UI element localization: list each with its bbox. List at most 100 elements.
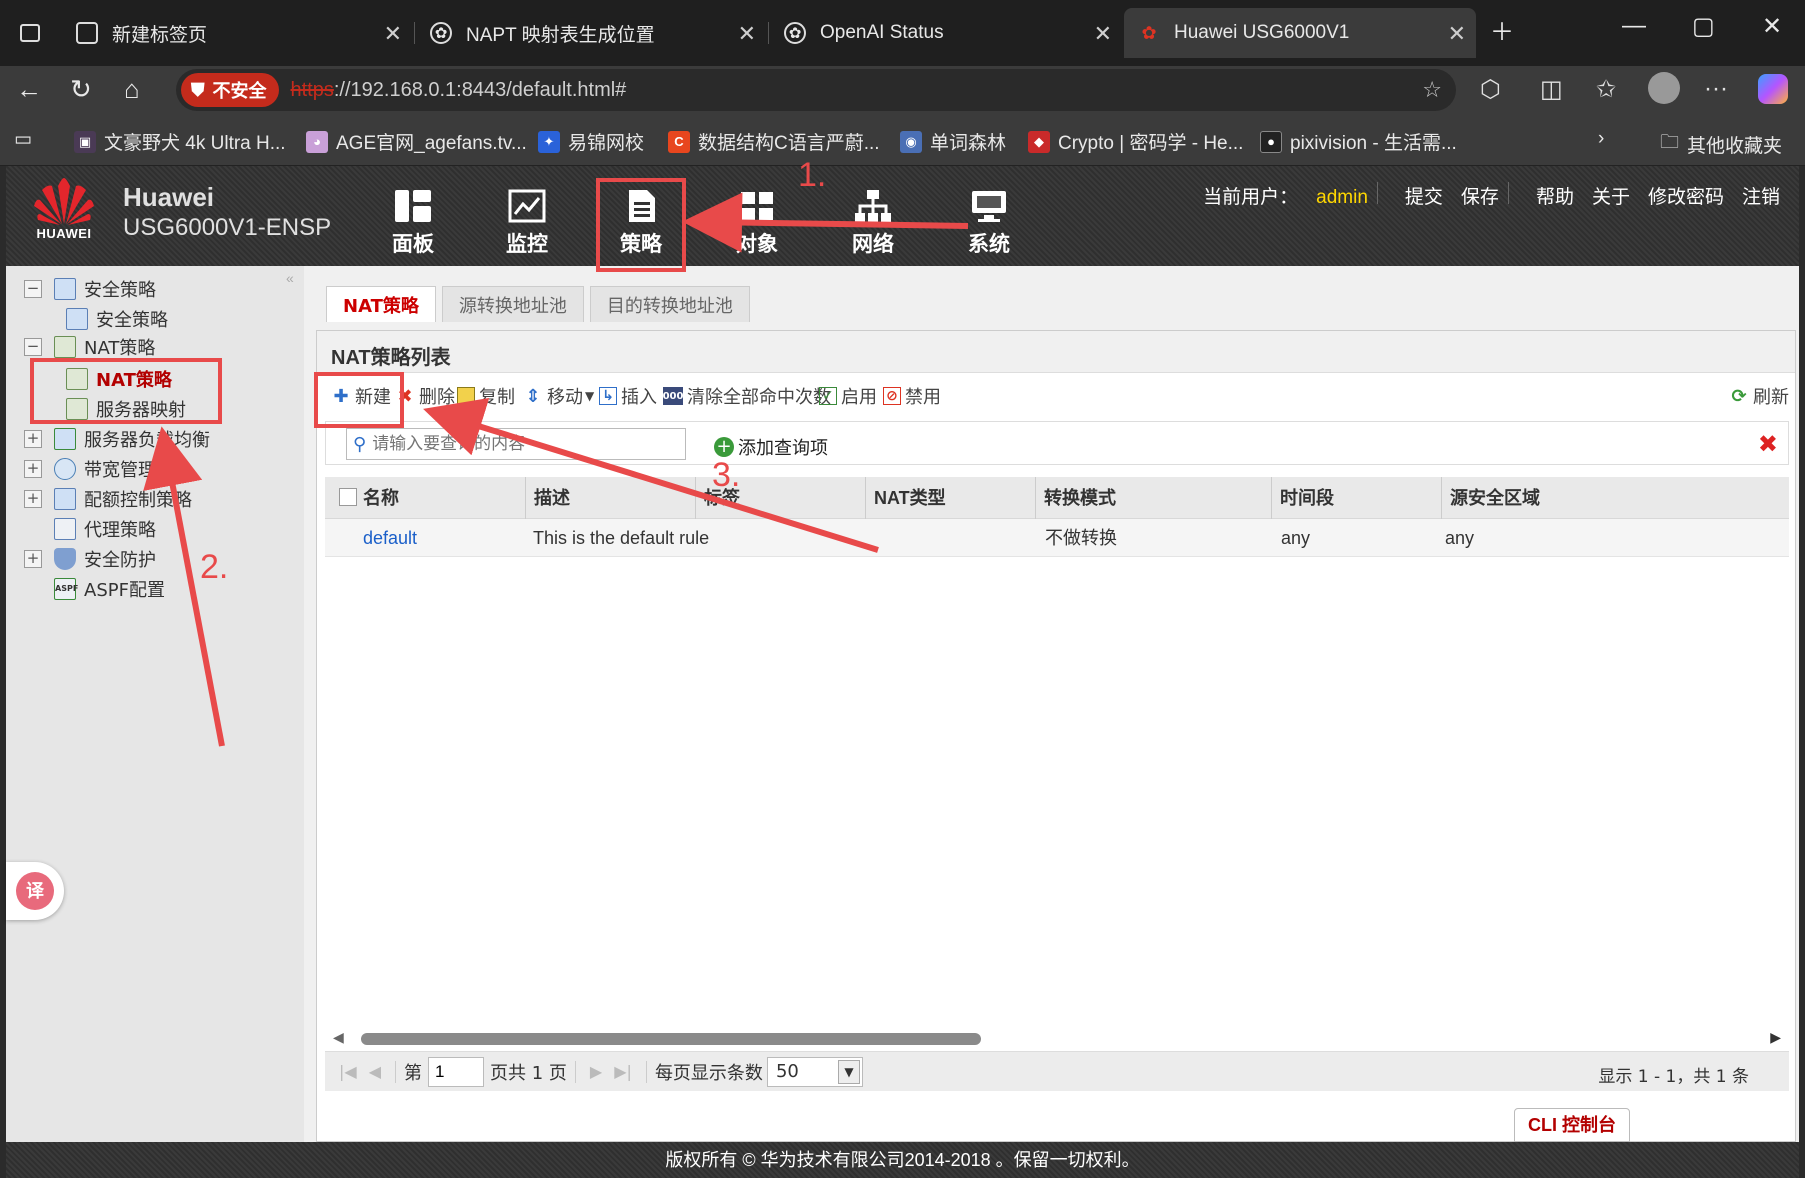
about-link[interactable]: 关于 xyxy=(1583,182,1639,209)
column-source-zone[interactable]: 源安全区域 xyxy=(1441,477,1789,519)
tree-server-mapping[interactable]: 服务器映射 xyxy=(66,396,186,422)
tree-nat-policy[interactable]: NAT策略 xyxy=(66,366,172,392)
minimize-icon[interactable]: — xyxy=(1622,12,1646,40)
enable-button[interactable]: ✓ 启用 xyxy=(819,383,877,409)
move-button[interactable]: ⇕ 移动 ▼ xyxy=(523,383,594,409)
bookmark-item[interactable]: C 数据结构C语言严蔚... xyxy=(668,128,880,155)
commit-link[interactable]: 提交 xyxy=(1396,182,1452,209)
column-description[interactable]: 描述 xyxy=(525,477,695,519)
tree-aspf[interactable]: ASPF ASPF配置 xyxy=(54,576,165,602)
insert-button[interactable]: ↳ 插入 xyxy=(599,383,657,409)
tree-bandwidth[interactable]: + 带宽管理 xyxy=(24,456,156,482)
column-nat-type[interactable]: NAT类型 xyxy=(865,477,1035,519)
tree-security-policy-group[interactable]: − 安全策略 xyxy=(24,276,156,302)
nav-dashboard[interactable]: 面板 xyxy=(380,188,446,258)
horizontal-scrollbar[interactable]: ◀ ▶ xyxy=(325,1029,1789,1049)
bookmark-item[interactable]: ✦ 易锦网校 xyxy=(538,128,644,155)
expand-icon[interactable]: + xyxy=(24,550,42,568)
nav-policy[interactable]: 策略 xyxy=(608,188,674,258)
collapse-icon[interactable]: − xyxy=(24,280,42,298)
column-name[interactable]: 名称 xyxy=(355,477,525,519)
scrollbar-thumb[interactable] xyxy=(361,1033,981,1045)
tab-openai-status[interactable]: ✿ OpenAI Status ✕ xyxy=(770,8,1122,58)
extensions-icon[interactable]: ⬡ xyxy=(1480,75,1501,104)
help-link[interactable]: 帮助 xyxy=(1527,182,1583,209)
column-translation-mode[interactable]: 转换模式 xyxy=(1035,477,1271,519)
scroll-left-icon[interactable]: ◀ xyxy=(333,1029,344,1046)
close-icon[interactable]: ✕ xyxy=(738,21,756,47)
tab-destination-pool[interactable]: 目的转换地址池 xyxy=(589,286,750,322)
copy-button[interactable]: 复制 xyxy=(457,383,515,409)
collapse-icon[interactable]: − xyxy=(24,338,42,356)
clear-search-icon[interactable]: ✖ xyxy=(1758,430,1778,459)
nav-network[interactable]: 网络 xyxy=(840,188,906,258)
clear-hit-count-button[interactable]: 000 清除全部命中次数 xyxy=(663,383,831,409)
bookmark-item[interactable]: ◉ 单词森林 xyxy=(900,128,1006,155)
search-input[interactable] xyxy=(372,434,653,454)
next-page-icon[interactable]: ▶ xyxy=(590,1062,602,1081)
expand-icon[interactable]: + xyxy=(24,460,42,478)
close-icon[interactable]: ✕ xyxy=(384,21,402,47)
tree-security-policy[interactable]: 安全策略 xyxy=(66,306,168,332)
tab-actions-button[interactable] xyxy=(0,8,56,58)
close-icon[interactable]: ✕ xyxy=(1094,21,1112,47)
new-tab-plus-icon[interactable]: ＋ xyxy=(1490,12,1514,47)
more-menu-icon[interactable]: ··· xyxy=(1704,75,1728,103)
nav-system[interactable]: 系统 xyxy=(956,188,1022,258)
first-page-icon[interactable]: |◀ xyxy=(339,1062,357,1081)
tab-new-tab[interactable]: 新建标签页 ✕ xyxy=(62,8,412,58)
table-row[interactable]: default This is the default rule 不做转换 an… xyxy=(325,519,1789,557)
change-password-link[interactable]: 修改密码 xyxy=(1639,182,1733,209)
expand-icon[interactable]: + xyxy=(24,430,42,448)
home-icon[interactable]: ⌂ xyxy=(124,74,140,105)
refresh-button[interactable]: ⟳ 刷新 xyxy=(1729,383,1789,409)
per-page-select[interactable]: 50 ▼ xyxy=(766,1056,863,1087)
logout-link[interactable]: 注销 xyxy=(1733,182,1789,209)
disable-button[interactable]: ⊘ 禁用 xyxy=(883,383,941,409)
tree-quota-control[interactable]: + 配额控制策略 xyxy=(24,486,192,512)
favorite-star-icon[interactable]: ☆ xyxy=(1422,77,1442,103)
bookmark-item[interactable]: ▣ 文豪野犬 4k Ultra H... xyxy=(74,128,286,155)
collapse-sidebar-icon[interactable]: « xyxy=(286,270,294,286)
tab-napt[interactable]: ✿ NAPT 映射表生成位置 ✕ xyxy=(416,8,766,58)
cli-console-button[interactable]: CLI 控制台 xyxy=(1514,1108,1630,1142)
column-time-range[interactable]: 时间段 xyxy=(1271,477,1441,519)
rule-name-link[interactable]: default xyxy=(355,519,417,557)
profile-avatar-icon[interactable] xyxy=(1648,72,1680,104)
nav-monitor[interactable]: 监控 xyxy=(494,188,560,258)
save-link[interactable]: 保存 xyxy=(1452,182,1508,209)
tab-source-pool[interactable]: 源转换地址池 xyxy=(441,286,584,322)
security-badge[interactable]: ⛊ 不安全 xyxy=(181,73,279,107)
maximize-icon[interactable]: ▢ xyxy=(1692,12,1715,41)
expand-icon[interactable]: + xyxy=(24,490,42,508)
prev-page-icon[interactable]: ◀ xyxy=(369,1062,381,1081)
tab-huawei[interactable]: ✿ Huawei USG6000V1 ✕ xyxy=(1124,8,1476,58)
tree-proxy-policy[interactable]: 代理策略 xyxy=(54,516,156,542)
url-field[interactable]: ⛊ 不安全 https://192.168.0.1:8443/default.h… xyxy=(176,69,1456,111)
nav-object[interactable]: 对象 xyxy=(724,188,790,258)
back-icon[interactable]: ← xyxy=(16,74,42,105)
window-close-icon[interactable]: ✕ xyxy=(1762,12,1782,41)
translate-button[interactable]: 译 xyxy=(6,862,64,920)
copilot-icon[interactable] xyxy=(1758,74,1788,104)
tree-nat-policy-group[interactable]: − NAT策略 xyxy=(24,334,155,360)
tab-nat-policy[interactable]: NAT策略 xyxy=(326,286,436,322)
favorites-icon[interactable]: ✩ xyxy=(1596,75,1616,104)
bookmark-item[interactable]: ◆ Crypto | 密码学 - He... xyxy=(1028,128,1243,155)
close-icon[interactable]: ✕ xyxy=(1448,21,1466,47)
delete-button[interactable]: ✖ 删除 xyxy=(395,383,455,409)
chevron-right-icon[interactable]: › xyxy=(1598,128,1604,150)
chevron-down-icon[interactable]: ▼ xyxy=(837,1059,860,1084)
bookmark-item[interactable]: ◕ AGE官网_agefans.tv... xyxy=(306,128,527,155)
reload-icon[interactable]: ↻ xyxy=(70,74,92,105)
reading-list-icon[interactable]: ▭ xyxy=(14,128,32,151)
split-screen-icon[interactable]: ◫ xyxy=(1540,75,1563,104)
last-page-icon[interactable]: ▶| xyxy=(614,1062,632,1081)
bookmark-item[interactable]: ● pixivision - 生活需... xyxy=(1260,128,1457,155)
other-bookmarks[interactable]: 🗀 其他收藏夹 xyxy=(1660,128,1782,160)
scroll-right-icon[interactable]: ▶ xyxy=(1770,1029,1781,1046)
tree-security-protection[interactable]: + 安全防护 xyxy=(24,546,156,572)
search-box[interactable]: ⚲ xyxy=(346,428,686,460)
page-number-input[interactable] xyxy=(428,1056,485,1087)
tree-server-load-balancing[interactable]: + 服务器负载均衡 xyxy=(24,426,210,452)
